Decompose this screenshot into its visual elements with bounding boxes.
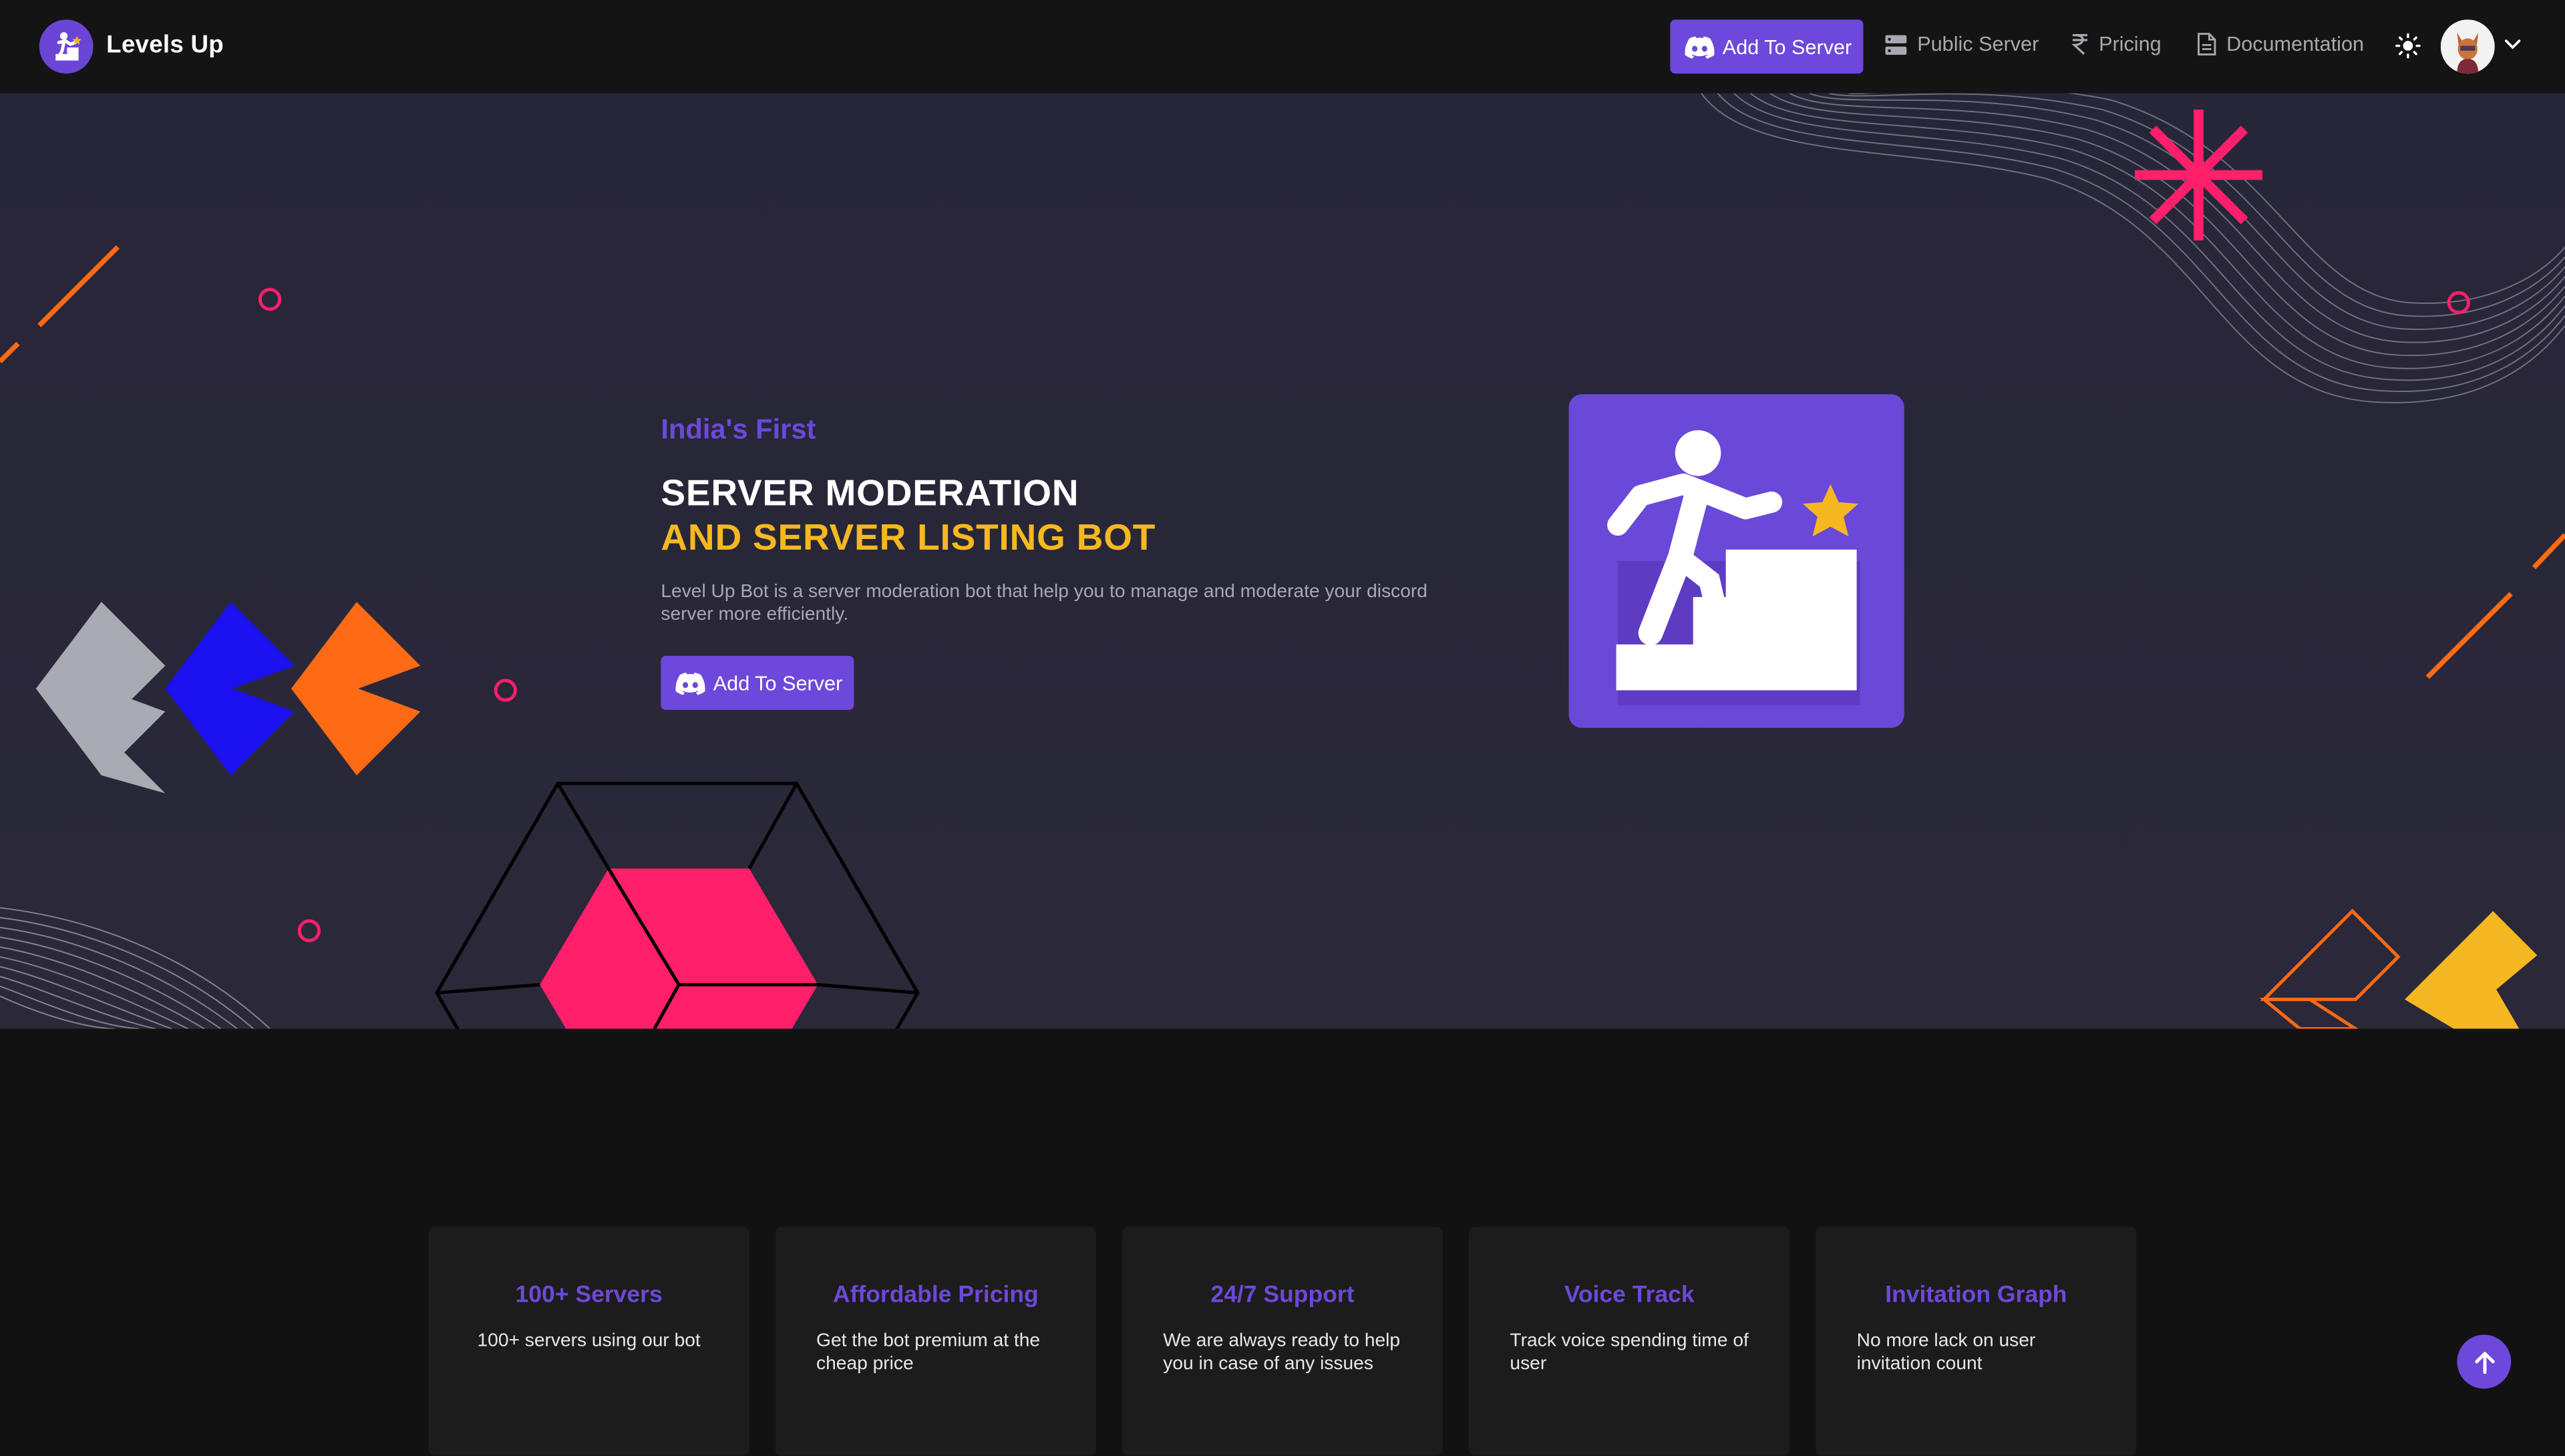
nav-add-label: Add To Server [1722,35,1852,58]
discord-icon [1685,35,1715,58]
hero-decoration [0,93,2565,1029]
document-icon [2197,33,2216,56]
feature-text: Get the bot premium at the cheap price [816,1331,1041,1375]
nav-documentation[interactable]: Documentation [2197,33,2364,55]
brand-name[interactable]: Levels Up [106,31,224,59]
feature-text: No more lack on user invitation count [1856,1331,2036,1375]
nav-pricing-label: Pricing [2099,32,2162,56]
theme-toggle-sun-icon[interactable] [2395,33,2421,59]
feature-title: 24/7 Support [1210,1282,1355,1309]
feature-title: Invitation Graph [1885,1282,2067,1309]
top-navbar: Levels Up Add To Server Public Server Pr… [0,0,2565,94]
user-avatar[interactable] [2440,19,2495,74]
chevron-down-icon[interactable] [2503,34,2522,53]
nav-public-server[interactable]: Public Server [1884,33,2039,55]
hero-title-line2: AND SERVER LISTING BOT [661,516,1156,558]
brand-logo-icon[interactable] [39,19,94,74]
hero-title-line1: SERVER MODERATION [661,472,1079,514]
person-climbing-stairs-icon [1607,430,1860,705]
nav-documentation-label: Documentation [2226,32,2364,56]
hero-illustration [1568,394,1904,728]
nav-add-to-server-button[interactable]: Add To Server [1670,19,1864,74]
scroll-to-top-button[interactable] [2457,1334,2512,1389]
feature-card: Affordable Pricing Get the bot premium a… [775,1226,1096,1456]
hero-add-label: Add To Server [713,671,843,695]
server-icon [1885,34,1907,54]
hero-add-to-server-button[interactable]: Add To Server [661,656,854,710]
feature-text: 100+ servers using our bot [477,1331,701,1351]
feature-text: Track voice spending time of user [1510,1331,1749,1375]
feature-card: Voice Track Track voice spending time of… [1469,1226,1790,1456]
nav-pricing[interactable]: Pricing [2071,32,2162,56]
features-section: 100+ Servers 100+ servers using our bot … [0,1029,2565,1456]
feature-card: Invitation Graph No more lack on user in… [1816,1226,2137,1456]
feature-title: 100+ Servers [515,1282,663,1309]
arrow-up-icon [2474,1350,2494,1373]
hero-section: India's First SERVER MODERATION AND SERV… [0,93,2565,1029]
discord-icon [675,671,705,695]
feature-text: We are always ready to help you in case … [1163,1331,1401,1375]
feature-card: 100+ Servers 100+ servers using our bot [428,1226,749,1456]
feature-title: Voice Track [1564,1282,1695,1309]
nav-public-server-label: Public Server [1917,32,2039,56]
feature-card: 24/7 Support We are always ready to help… [1122,1226,1443,1456]
hero-tagline: India's First [661,413,816,445]
hero-description: Level Up Bot is a server moderation bot … [661,582,1427,625]
feature-title: Affordable Pricing [832,1282,1039,1309]
rupee-icon [2071,34,2087,55]
